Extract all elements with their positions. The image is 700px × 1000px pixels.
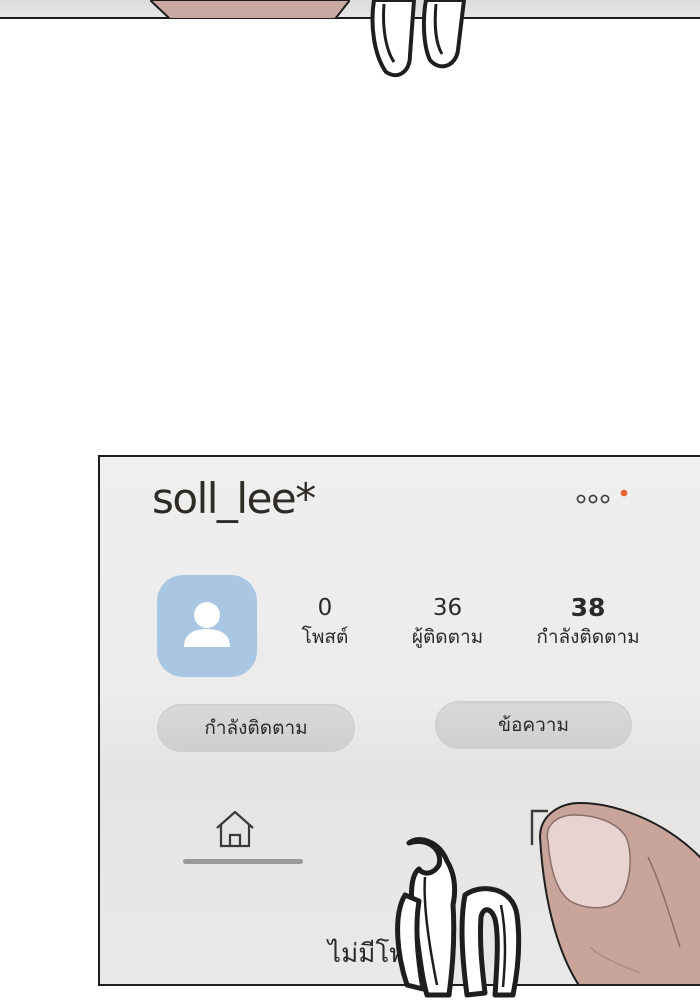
followers-count: 36 (432, 595, 463, 621)
following-label: กำลังติดตาม (536, 626, 640, 648)
stat-following[interactable]: 38 กำลังติดตาม (513, 593, 663, 651)
stat-posts[interactable]: 0 โพสต์ (290, 593, 360, 651)
followers-label: ผู้ติดตาม (411, 626, 484, 648)
person-icon (184, 602, 230, 647)
home-icon[interactable] (213, 807, 257, 851)
posts-label: โพสต์ (301, 626, 349, 648)
stat-followers[interactable]: 36 ผู้ติดตาม (390, 593, 505, 651)
hand-fragment (150, 0, 350, 19)
following-count: 38 (570, 593, 606, 622)
finger-illustration (538, 801, 700, 984)
profile-username: soll_lee* (152, 474, 316, 523)
avatar[interactable] (157, 575, 257, 677)
message-button[interactable]: ข้อความ (435, 701, 632, 749)
posts-count: 0 (317, 595, 333, 621)
active-tab-indicator (183, 859, 303, 864)
more-dots-icon[interactable] (576, 489, 636, 505)
notification-dot (620, 489, 628, 497)
following-button[interactable]: กำลังติดตาม (157, 704, 355, 752)
sound-effect-top (370, 0, 466, 78)
previous-panel (0, 0, 700, 19)
sound-effect-bottom (395, 837, 522, 998)
